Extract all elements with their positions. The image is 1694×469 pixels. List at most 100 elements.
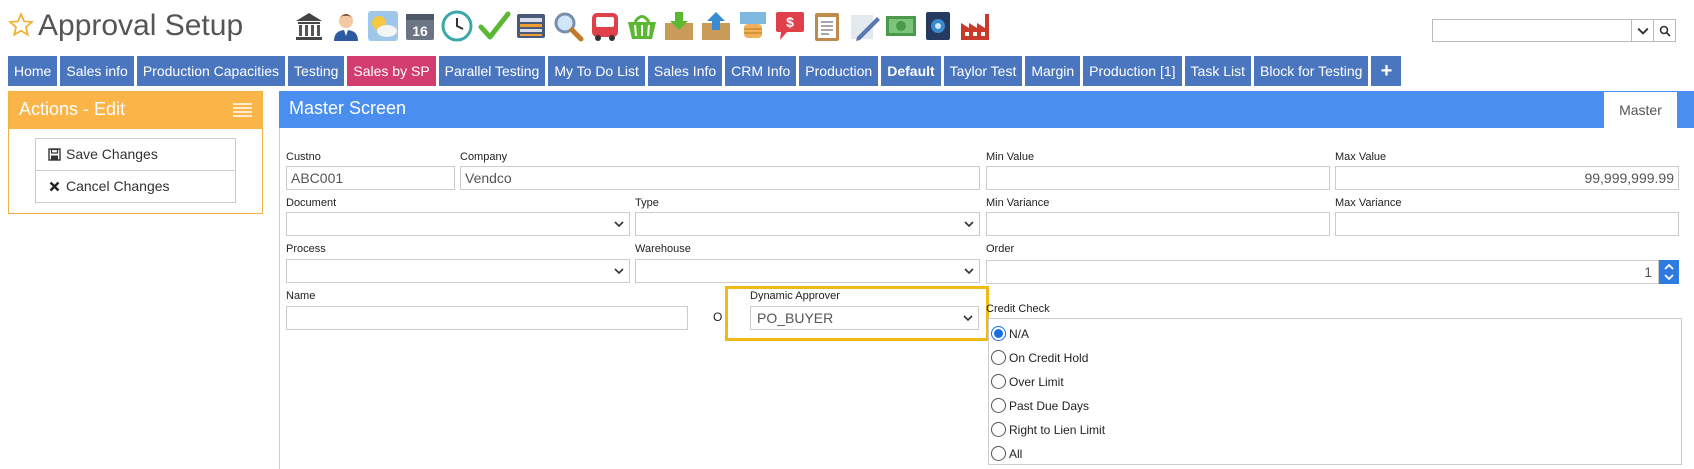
plus-icon: + (1380, 60, 1393, 82)
custno-field[interactable]: ABC001 (286, 166, 455, 190)
inbox-download-icon[interactable] (662, 8, 696, 44)
tab-parallel-testing[interactable]: Parallel Testing (438, 56, 546, 86)
tab-crm-info[interactable]: CRM Info (725, 56, 797, 86)
max-variance-field[interactable] (1335, 212, 1679, 236)
radio-button[interactable] (991, 398, 1006, 413)
tab-production-1[interactable]: Production [1] (1083, 56, 1182, 86)
magnifier-icon[interactable] (551, 8, 585, 44)
tab-home[interactable]: Home (8, 56, 58, 86)
name-field[interactable] (286, 306, 688, 330)
pencil-icon[interactable] (847, 8, 881, 44)
weather-icon[interactable] (366, 8, 400, 44)
master-screen-title: Master Screen (289, 98, 407, 118)
tab-my-to-do-list[interactable]: My To Do List (548, 56, 645, 86)
min-variance-label: Min Variance (986, 197, 1050, 209)
radio-button[interactable] (991, 374, 1006, 389)
checkmark-icon[interactable] (477, 8, 511, 44)
tab-production[interactable]: Production (799, 56, 879, 86)
cash-icon[interactable] (884, 8, 918, 44)
master-screen-header: Master Screen Master (279, 91, 1694, 128)
bank-icon[interactable] (292, 8, 326, 44)
cancel-changes-label: Cancel Changes (66, 178, 170, 194)
name-label: Name (286, 290, 316, 302)
radio-label: On Credit Hold (1009, 350, 1089, 365)
price-tag-icon[interactable]: $ (773, 8, 807, 44)
clipboard-icon[interactable] (810, 8, 844, 44)
chevron-down-icon (614, 221, 624, 228)
document-label: Document (286, 197, 337, 209)
order-field[interactable]: 1 (986, 260, 1659, 284)
safe-icon[interactable] (921, 8, 955, 44)
tab-block-for-testing[interactable]: Block for Testing (1254, 56, 1369, 86)
chevron-down-icon (964, 268, 974, 275)
search-input[interactable] (1432, 19, 1632, 42)
chevron-down-icon[interactable] (1664, 274, 1674, 281)
save-changes-button[interactable]: Save Changes (35, 138, 236, 171)
type-select[interactable] (635, 212, 980, 236)
min-value-field[interactable] (986, 166, 1330, 190)
tab-master[interactable]: Master (1604, 92, 1677, 128)
max-variance-label: Max Variance (1335, 197, 1402, 209)
outbox-upload-icon[interactable] (699, 8, 733, 44)
close-icon (49, 181, 60, 192)
actions-panel: Actions - Edit Save Changes Cancel Chang… (8, 91, 263, 214)
calendar-icon[interactable]: 16 (403, 8, 437, 44)
chevron-down-icon (614, 268, 624, 275)
warehouse-select[interactable] (635, 259, 980, 283)
radio-option-all[interactable]: All (991, 446, 1022, 461)
document-select[interactable] (286, 212, 630, 236)
calendar-day: 16 (412, 23, 428, 39)
radio-button[interactable] (991, 326, 1006, 341)
tab-margin[interactable]: Margin (1025, 56, 1081, 86)
type-label: Type (635, 197, 659, 209)
min-variance-field[interactable] (986, 212, 1330, 236)
radio-label: Right to Lien Limit (1009, 422, 1106, 437)
page-title: Approval Setup (38, 9, 244, 42)
hamburger-menu-icon[interactable] (233, 103, 252, 117)
process-label: Process (286, 243, 326, 255)
radio-button[interactable] (991, 446, 1006, 461)
add-tab-button[interactable]: + (1371, 56, 1402, 86)
bus-icon[interactable] (588, 8, 622, 44)
radio-option-on-credit-hold[interactable]: On Credit Hold (991, 350, 1088, 365)
tab-production-capacities[interactable]: Production Capacities (136, 56, 286, 86)
tab-testing[interactable]: Testing (288, 56, 345, 86)
radio-option-over-limit[interactable]: Over Limit (991, 374, 1064, 389)
basket-icon[interactable] (625, 8, 659, 44)
company-label: Company (460, 151, 508, 163)
clock-icon[interactable] (440, 8, 474, 44)
credit-check-label: Credit Check (986, 303, 1050, 315)
keyboard-icon[interactable] (514, 8, 548, 44)
tab-sales-info-2[interactable]: Sales Info (647, 56, 723, 86)
dynamic-approver-label: Dynamic Approver (750, 290, 840, 302)
order-stepper[interactable] (1659, 260, 1679, 284)
chevron-up-icon[interactable] (1664, 263, 1674, 270)
min-value-label: Min Value (986, 151, 1035, 163)
search-dropdown-button[interactable] (1632, 19, 1654, 42)
dynamic-approver-value: PO_BUYER (757, 310, 834, 326)
actions-title: Actions - Edit (19, 99, 126, 119)
money-hand-icon[interactable] (736, 8, 770, 44)
cancel-changes-button[interactable]: Cancel Changes (35, 170, 236, 203)
search-button[interactable] (1654, 19, 1676, 42)
process-select[interactable] (286, 259, 630, 283)
radio-option-right-to-lien-limit[interactable]: Right to Lien Limit (991, 422, 1105, 437)
save-changes-label: Save Changes (66, 146, 158, 162)
radio-option-past-due-days[interactable]: Past Due Days (991, 398, 1089, 413)
tab-task-list[interactable]: Task List (1184, 56, 1251, 86)
tab-sales-info[interactable]: Sales info (60, 56, 134, 86)
max-value-field[interactable]: 99,999,999.99 (1335, 166, 1679, 190)
factory-icon[interactable] (958, 8, 992, 44)
max-value-label: Max Value (1335, 151, 1387, 163)
favorite-star-icon[interactable] (8, 12, 34, 38)
tab-default[interactable]: Default (881, 56, 941, 86)
tab-sales-by-sp[interactable]: Sales by SP (347, 56, 436, 86)
radio-button[interactable] (991, 422, 1006, 437)
tab-bar: Home Sales info Production Capacities Te… (8, 56, 1404, 86)
tab-taylor-test[interactable]: Taylor Test (943, 56, 1023, 86)
dynamic-approver-select[interactable]: PO_BUYER (750, 306, 979, 330)
radio-button[interactable] (991, 350, 1006, 365)
company-field[interactable]: Vendco (460, 166, 980, 190)
radio-option-na[interactable]: N/A (991, 326, 1029, 341)
user-icon[interactable] (329, 8, 363, 44)
